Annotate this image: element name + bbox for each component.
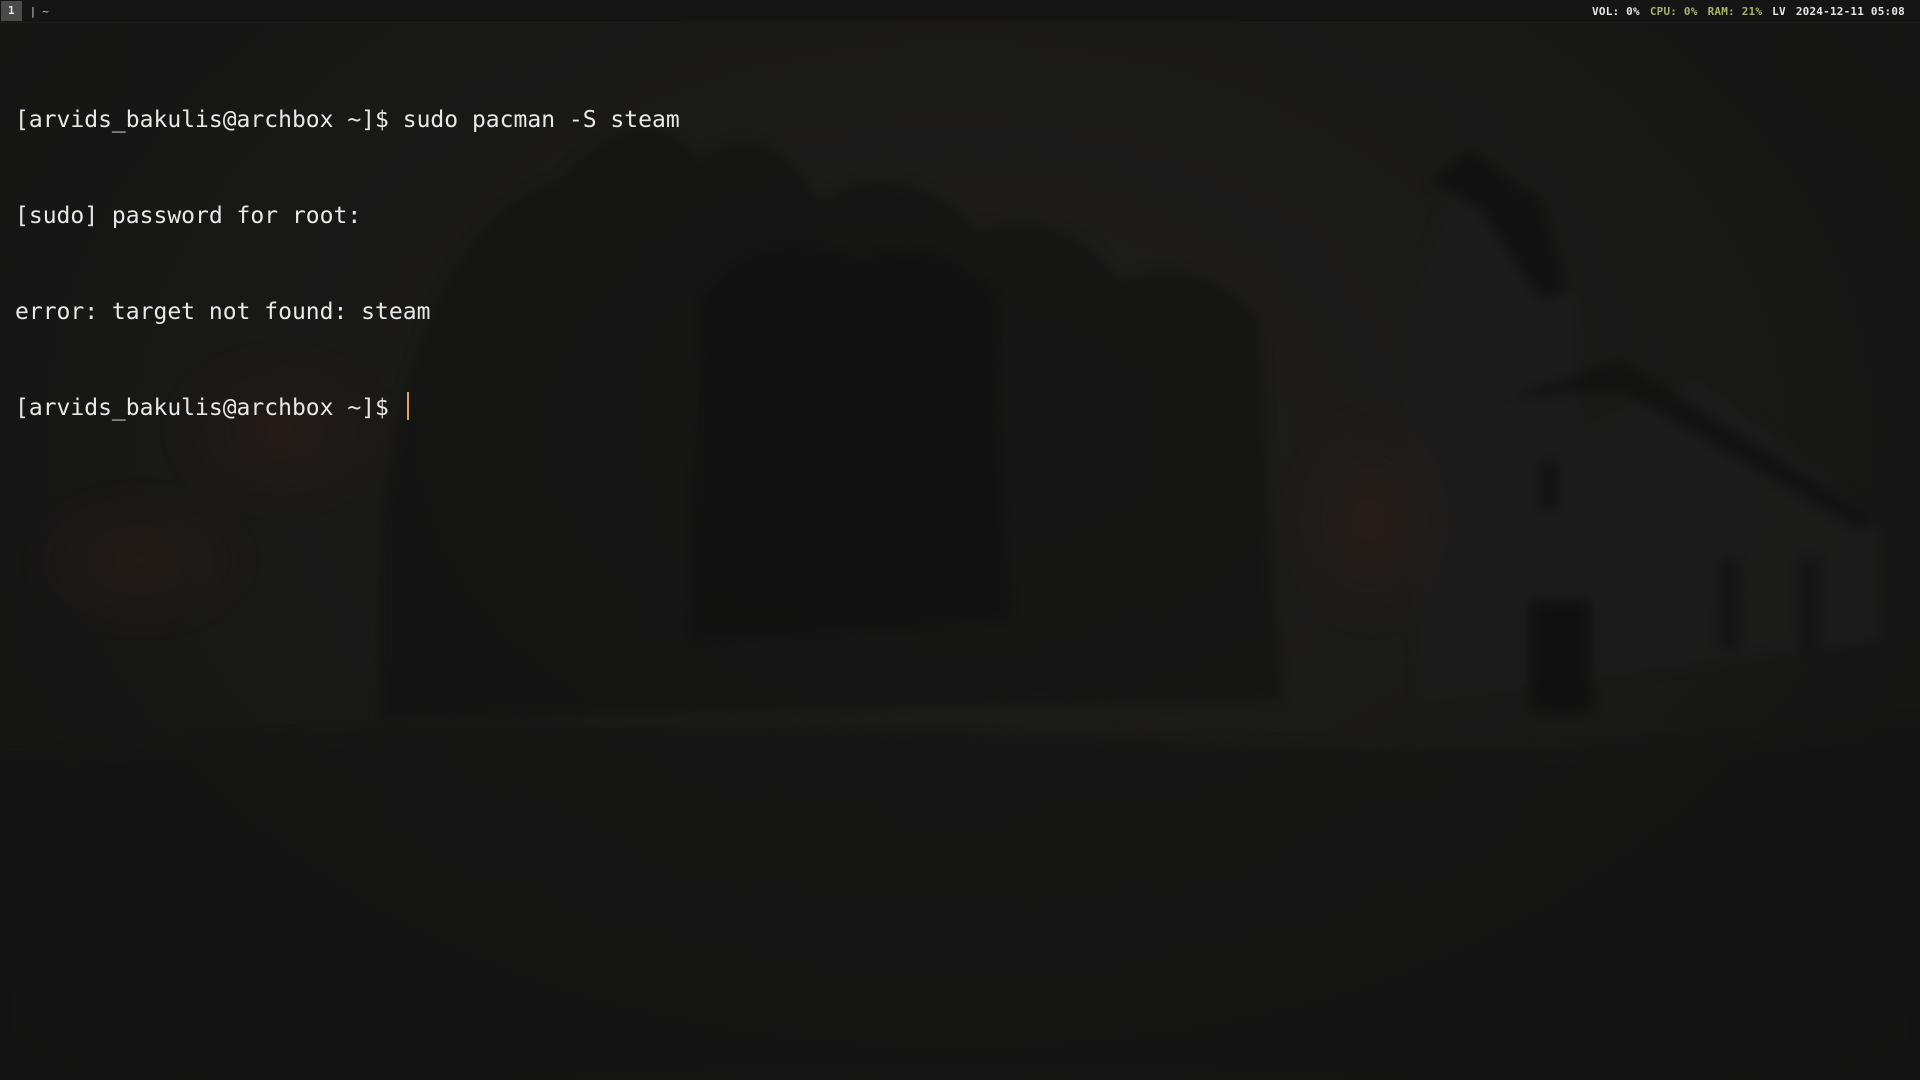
cpu-indicator: CPU: 0% [1649, 4, 1698, 18]
system-status: VOL: 0% CPU: 0% RAM: 21% LV 2024-12-11 0… [1592, 5, 1905, 18]
window-title: ~ [42, 4, 49, 18]
clock: 2024-12-11 05:08 [1795, 4, 1905, 18]
ram-indicator: RAM: 21% [1707, 4, 1763, 18]
terminal-line-error: error: target not found: steam [15, 299, 431, 325]
text-cursor [406, 392, 409, 420]
keyboard-layout-indicator[interactable]: LV [1772, 5, 1786, 18]
terminal-line-command: [arvids_bakulis@archbox ~]$ sudo pacman … [15, 107, 680, 133]
title-separator: | [29, 4, 37, 18]
terminal-line-current-prompt[interactable]: [arvids_bakulis@archbox ~]$ [15, 392, 1900, 424]
terminal-window[interactable]: [arvids_bakulis@archbox ~]$ sudo pacman … [15, 40, 1900, 488]
workspace-list: 1 | ~ [0, 0, 49, 22]
workspace-1-button[interactable]: 1 [1, 1, 22, 21]
status-bar: 1 | ~ VOL: 0% CPU: 0% RAM: 21% LV 2024-1… [0, 0, 1920, 23]
desktop: 1 | ~ VOL: 0% CPU: 0% RAM: 21% LV 2024-1… [0, 0, 1920, 1080]
volume-indicator[interactable]: VOL: 0% [1592, 5, 1640, 18]
shell-prompt: [arvids_bakulis@archbox ~]$ [15, 395, 403, 421]
terminal-line-sudo-prompt: [sudo] password for root: [15, 203, 362, 229]
